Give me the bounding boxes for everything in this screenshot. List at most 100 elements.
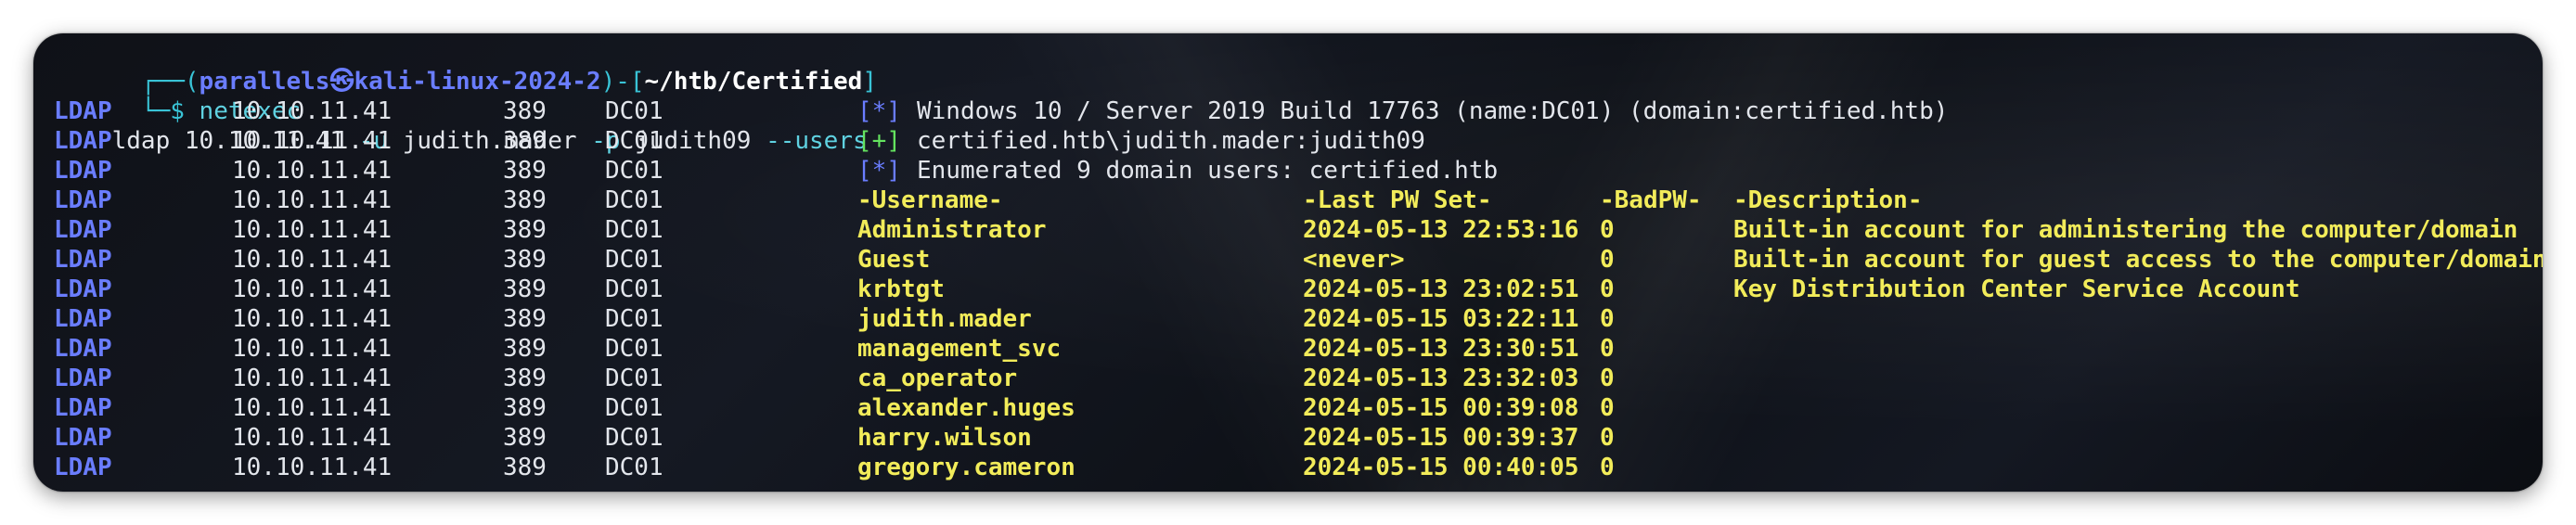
username-cell: management_svc [857, 335, 1062, 363]
last-pw-set-cell: 2024-05-15 00:39:37 [1303, 424, 1579, 452]
status-message: Windows 10 / Server 2019 Build 17763 (na… [917, 97, 1949, 125]
target-ip: 10.10.11.41 [232, 335, 393, 363]
protocol-label: LDAP [54, 365, 112, 392]
target-ip: 10.10.11.41 [232, 157, 393, 185]
output-row: LDAP 10.10.11.41 389 DC01 [*] Windows 10 / Se… [54, 96, 2543, 126]
target-host: DC01 [605, 127, 663, 155]
target-host: DC01 [605, 454, 663, 481]
target-port: 389 [503, 97, 547, 125]
target-host: DC01 [605, 335, 663, 363]
protocol-label: LDAP [54, 454, 112, 481]
last-pw-set-cell: <never> [1303, 246, 1405, 274]
target-port: 389 [503, 365, 547, 392]
last-pw-set-cell: -Last PW Set- [1303, 186, 1492, 214]
target-port: 389 [503, 127, 547, 155]
protocol-label: LDAP [54, 216, 112, 244]
output-row: LDAP 10.10.11.41 389 DC01 [+] certified.htb\j… [54, 126, 2543, 156]
last-pw-set-cell: 2024-05-13 23:32:03 [1303, 365, 1579, 392]
description-cell: -Description- [1733, 186, 1923, 214]
target-port: 389 [503, 246, 547, 274]
status-tag: [+] [857, 127, 901, 155]
target-port: 389 [503, 305, 547, 333]
target-ip: 10.10.11.41 [232, 365, 393, 392]
output-row: LDAP 10.10.11.41 389 DC01 [*] Enumerated 9 do… [54, 156, 2543, 186]
target-port: 389 [503, 157, 547, 185]
target-host: DC01 [605, 394, 663, 422]
protocol-label: LDAP [54, 97, 112, 125]
status-tag: [*] [857, 97, 901, 125]
last-pw-set-cell: 2024-05-13 23:02:51 [1303, 275, 1579, 303]
username-cell: ca_operator [857, 365, 1018, 392]
target-host: DC01 [605, 97, 663, 125]
badpw-cell: 0 [1600, 365, 1615, 392]
output-row: LDAP 10.10.11.41 389 DC01 krbtgt 2024-05-13 2… [54, 275, 2543, 304]
last-pw-set-cell: 2024-05-13 22:53:16 [1303, 216, 1579, 244]
output-row: LDAP 10.10.11.41 389 DC01 management_svc 2024… [54, 334, 2543, 364]
protocol-label: LDAP [54, 305, 112, 333]
protocol-label: LDAP [54, 394, 112, 422]
description-cell: Key Distribution Center Service Account [1733, 275, 2300, 303]
description-cell: Built-in account for administering the c… [1733, 216, 2518, 244]
target-host: DC01 [605, 365, 663, 392]
output-row: LDAP 10.10.11.41 389 DC01 judith.mader 2024-0… [54, 304, 2543, 334]
status-message: Enumerated 9 domain users: certified.htb [917, 157, 1499, 185]
target-ip: 10.10.11.41 [232, 424, 393, 452]
output-row: LDAP 10.10.11.41 389 DC01 alexander.huges 202… [54, 393, 2543, 423]
username-cell: alexander.huges [857, 394, 1075, 422]
username-cell: gregory.cameron [857, 454, 1075, 481]
target-host: DC01 [605, 246, 663, 274]
protocol-label: LDAP [54, 127, 112, 155]
status-tag: [*] [857, 157, 901, 185]
protocol-label: LDAP [54, 246, 112, 274]
target-port: 389 [503, 394, 547, 422]
output-row: LDAP 10.10.11.41 389 DC01 harry.wilson 2024-0… [54, 423, 2543, 453]
last-pw-set-cell: 2024-05-13 23:30:51 [1303, 335, 1579, 363]
protocol-label: LDAP [54, 335, 112, 363]
target-ip: 10.10.11.41 [232, 186, 393, 214]
username-cell: krbtgt [857, 275, 945, 303]
target-ip: 10.10.11.41 [232, 216, 393, 244]
badpw-cell: 0 [1600, 246, 1615, 274]
target-host: DC01 [605, 275, 663, 303]
prompt-line-1: ┌──(parallels㉿kali-linux-2024-2)-[~/htb/… [54, 37, 2543, 96]
username-cell: judith.mader [857, 305, 1032, 333]
command-line: └─$ netexec ldap 10.10.11.41 -u judith.m… [54, 67, 2543, 155]
target-ip: 10.10.11.41 [232, 275, 393, 303]
target-port: 389 [503, 424, 547, 452]
last-pw-set-cell: 2024-05-15 00:39:08 [1303, 394, 1579, 422]
target-ip: 10.10.11.41 [232, 305, 393, 333]
protocol-label: LDAP [54, 157, 112, 185]
output-row: LDAP 10.10.11.41 389 DC01 ca_operator 2024-05… [54, 364, 2543, 393]
output-row: LDAP 10.10.11.41 389 DC01 Guest <never> 0 Built… [54, 245, 2543, 275]
target-port: 389 [503, 216, 547, 244]
badpw-cell: 0 [1600, 275, 1615, 303]
status-message: certified.htb\judith.mader:judith09 [917, 127, 1425, 155]
target-port: 389 [503, 275, 547, 303]
output-row: LDAP 10.10.11.41 389 DC01 -Username- -Last PW… [54, 186, 2543, 215]
badpw-cell: 0 [1600, 335, 1615, 363]
protocol-label: LDAP [54, 275, 112, 303]
terminal-output[interactable]: ┌──(parallels㉿kali-linux-2024-2)-[~/htb/… [54, 37, 2543, 492]
target-host: DC01 [605, 424, 663, 452]
target-host: DC01 [605, 305, 663, 333]
protocol-label: LDAP [54, 186, 112, 214]
target-ip: 10.10.11.41 [232, 454, 393, 481]
target-port: 389 [503, 454, 547, 481]
username-cell: Administrator [857, 216, 1047, 244]
last-pw-set-cell: 2024-05-15 00:40:05 [1303, 454, 1579, 481]
target-ip: 10.10.11.41 [232, 127, 393, 155]
target-host: DC01 [605, 216, 663, 244]
badpw-cell: 0 [1600, 424, 1615, 452]
output-row: LDAP 10.10.11.41 389 DC01 Administrator 2024-… [54, 215, 2543, 245]
output-row: LDAP 10.10.11.41 389 DC01 gregory.cameron 202… [54, 453, 2543, 482]
username-cell: Guest [857, 246, 931, 274]
protocol-label: LDAP [54, 424, 112, 452]
badpw-cell: 0 [1600, 216, 1615, 244]
last-pw-set-cell: 2024-05-15 03:22:11 [1303, 305, 1579, 333]
target-host: DC01 [605, 186, 663, 214]
description-cell: Built-in account for guest access to the… [1733, 246, 2543, 274]
terminal-window[interactable]: ┌──(parallels㉿kali-linux-2024-2)-[~/htb/… [33, 33, 2543, 492]
target-port: 389 [503, 186, 547, 214]
badpw-cell: -BadPW- [1600, 186, 1702, 214]
badpw-cell: 0 [1600, 454, 1615, 481]
